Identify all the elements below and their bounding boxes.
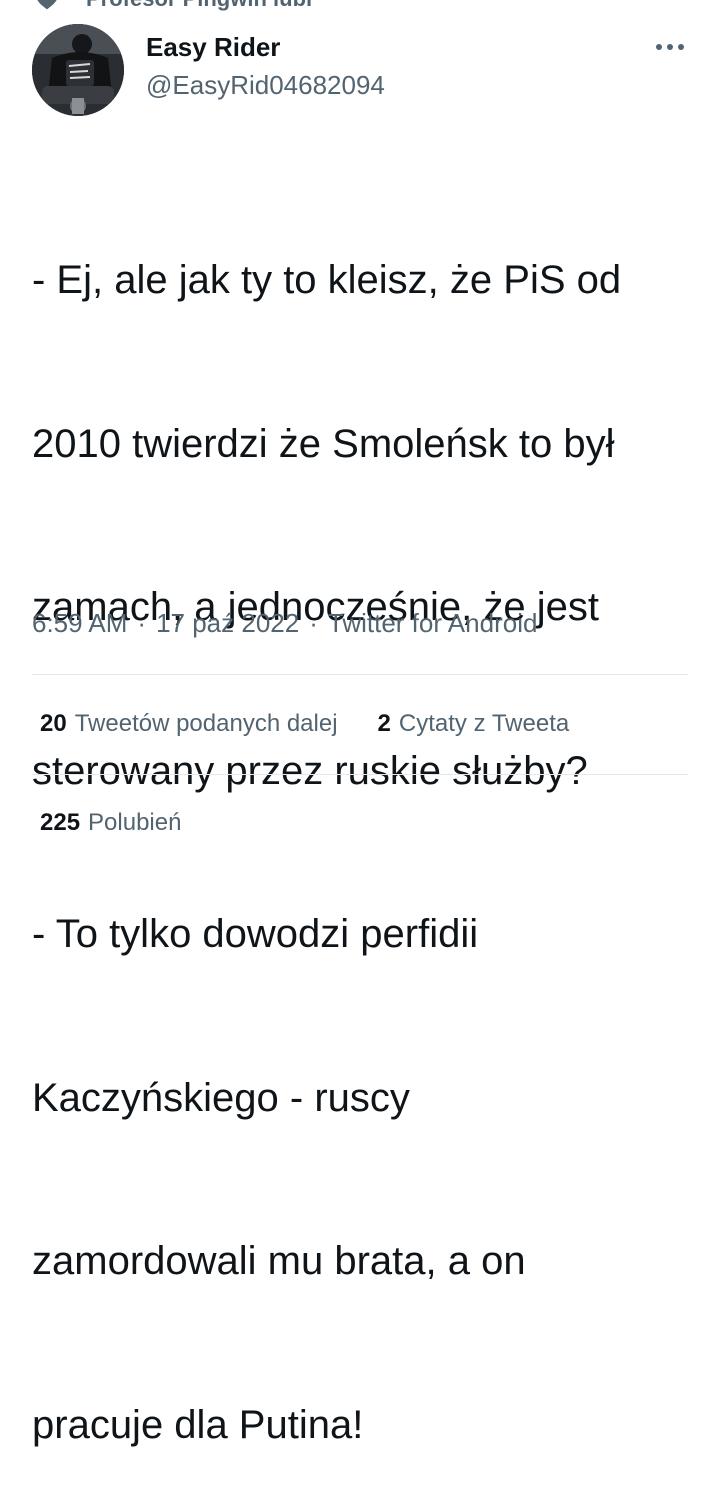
heart-icon (37, 0, 57, 10)
divider (32, 774, 688, 775)
tweet-meta: 6:59 AM · 17 paź 2022 · Twitter for Andr… (32, 608, 537, 639)
meta-separator: · (137, 608, 147, 638)
quotes-count: 2 (377, 710, 391, 737)
tweet-source[interactable]: Twitter for Android (328, 608, 538, 639)
avatar-image (32, 24, 124, 116)
meta-separator: · (309, 608, 318, 638)
social-context[interactable]: Profesor Pingwin lubi (34, 0, 312, 12)
tweet-text-line: zamordowali mu brata, a on (32, 1239, 526, 1283)
retweets-label: Tweetów podanych dalej (74, 710, 338, 737)
likes-stat[interactable]: 225 Polubień (40, 809, 181, 837)
likes-label: Polubień (88, 809, 182, 836)
tweet-text-line: - Ej, ale jak ty to kleisz, że PiS od (32, 258, 622, 302)
tweet-text-line: Kaczyńskiego - ruscy (32, 1075, 410, 1120)
tweet-text-line: pracuje dla Putina! (32, 1402, 364, 1447)
tweet-text-line: - To tylko dowodzi perfidii (32, 912, 479, 956)
tweet-text-line: sterowany przez ruskie służby? (32, 748, 588, 793)
quotes-stat[interactable]: 2 Cytaty z Tweeta (378, 710, 570, 738)
more-options-button[interactable] (650, 30, 690, 64)
avatar[interactable] (32, 24, 124, 116)
tweet-time[interactable]: 6:59 AM (32, 608, 127, 639)
quotes-label: Cytaty z Tweeta (398, 710, 570, 737)
tweet-date[interactable]: 17 paź 2022 (156, 608, 299, 639)
likes-count: 225 (40, 809, 81, 836)
divider (32, 674, 688, 675)
stats-row: 20 Tweetów podanych dalej 2 Cytaty z Twe… (40, 710, 569, 738)
author-handle[interactable]: @EasyRid04682094 (146, 70, 385, 101)
tweet-text-line: 2010 twierdzi że Smoleńsk to był (32, 421, 615, 466)
retweets-count: 20 (40, 710, 67, 737)
retweets-stat[interactable]: 20 Tweetów podanych dalej (40, 710, 338, 738)
more-dots-icon (656, 44, 684, 50)
social-context-label: Profesor Pingwin lubi (86, 0, 312, 12)
author-display-name[interactable]: Easy Rider (146, 32, 280, 63)
